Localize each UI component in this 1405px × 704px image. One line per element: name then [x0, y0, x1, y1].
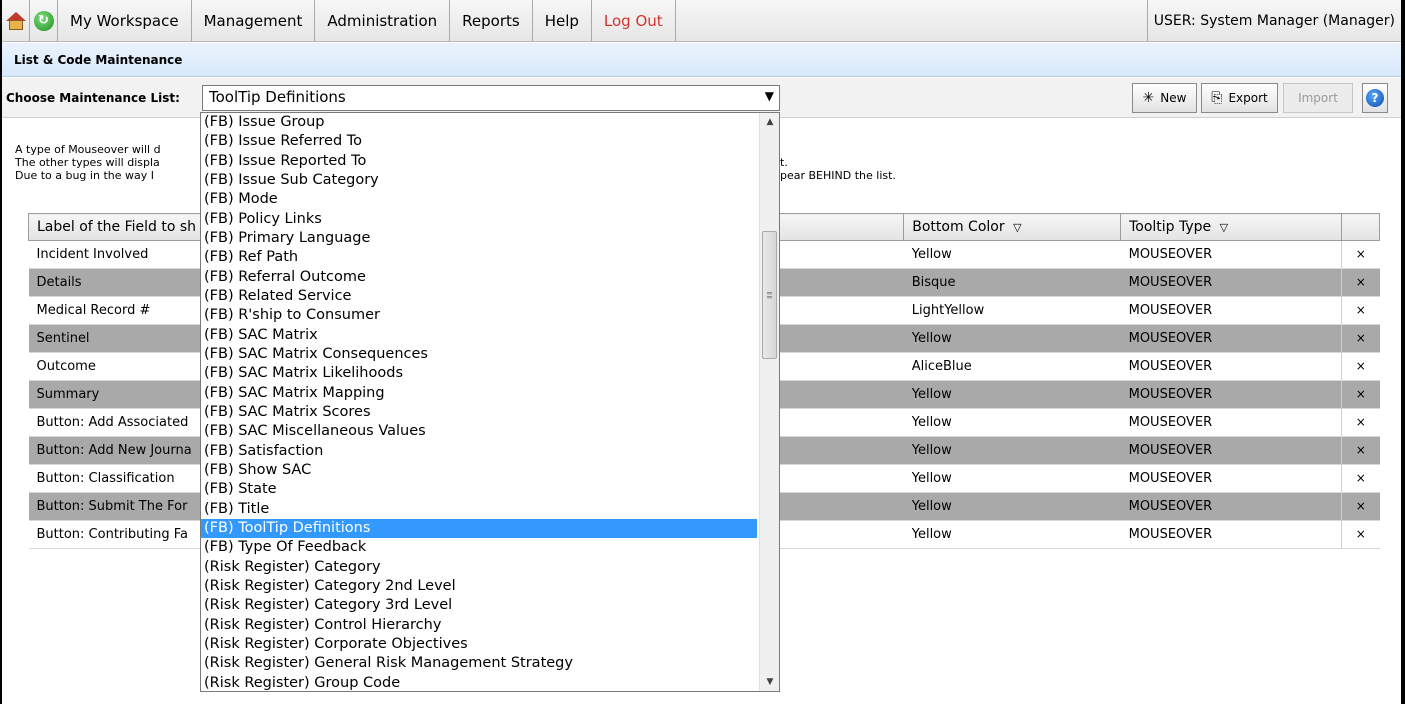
asterisk-icon: ✳	[1142, 90, 1155, 106]
home-icon	[5, 11, 26, 30]
dropdown-option-selected[interactable]: (FB) ToolTip Definitions	[201, 518, 757, 539]
dropdown-option[interactable]: (FB) SAC Matrix Scores	[201, 403, 757, 422]
info-line-3-end: pear BEHIND the list.	[780, 169, 896, 182]
paperclip-icon: ⎘	[1211, 90, 1223, 106]
delete-icon[interactable]: ×	[1356, 527, 1366, 541]
chevron-down-icon: ▼	[764, 89, 774, 103]
delete-icon[interactable]: ×	[1356, 443, 1366, 457]
info-text: A type of Mouseover will d The other typ…	[15, 143, 896, 182]
scroll-up-arrow-icon[interactable]: ▲	[760, 113, 779, 131]
choose-list-label: Choose Maintenance List:	[6, 91, 180, 105]
delete-icon[interactable]: ×	[1356, 275, 1366, 289]
menu-help[interactable]: Help	[533, 0, 592, 42]
dropdown-option[interactable]: (FB) Issue Referred To	[201, 132, 757, 151]
dropdown-option[interactable]: (FB) R'ship to Consumer	[201, 306, 757, 325]
dropdown-option[interactable]: (FB) SAC Matrix Likelihoods	[201, 364, 757, 383]
delete-icon[interactable]: ×	[1356, 471, 1366, 485]
scrollbar-thumb[interactable]: ═ ═	[762, 231, 777, 359]
help-button[interactable]: ?	[1362, 83, 1388, 113]
dropdown-option[interactable]: (FB) Primary Language	[201, 229, 757, 248]
dropdown-items: (FB) Issue Group (FB) Issue Referred To …	[201, 113, 779, 691]
dropdown-option[interactable]: (Risk Register) Corporate Objectives	[201, 635, 757, 654]
dropdown-option[interactable]: (Risk Register) Group Code	[201, 674, 757, 691]
dropdown-option[interactable]: (FB) State	[201, 480, 757, 499]
new-button-label: New	[1160, 91, 1187, 105]
info-line-1: A type of Mouseover will d	[15, 143, 161, 156]
info-line-3: Due to a bug in the way I	[15, 169, 154, 182]
import-button-label: Import	[1298, 91, 1338, 105]
import-button[interactable]: Import	[1283, 83, 1353, 113]
dropdown-option[interactable]: (FB) Satisfaction	[201, 442, 757, 461]
delete-icon[interactable]: ×	[1356, 415, 1366, 429]
home-button[interactable]	[2, 0, 30, 42]
delete-icon[interactable]: ×	[1356, 247, 1366, 261]
dropdown-option[interactable]: (Risk Register) Category 2nd Level	[201, 577, 757, 596]
dropdown-option[interactable]: (FB) Issue Reported To	[201, 152, 757, 171]
dropdown-option[interactable]: (Risk Register) General Risk Management …	[201, 654, 757, 673]
dropdown-option[interactable]: (FB) Type Of Feedback	[201, 538, 757, 557]
delete-icon[interactable]: ×	[1356, 303, 1366, 317]
new-button[interactable]: ✳ New	[1132, 83, 1197, 113]
menu-administration[interactable]: Administration	[315, 0, 451, 42]
scroll-down-arrow-icon[interactable]: ▼	[760, 673, 779, 691]
dropdown-option[interactable]: (FB) Issue Sub Category	[201, 171, 757, 190]
selected-list-value: ToolTip Definitions	[209, 88, 346, 106]
export-button-label: Export	[1228, 91, 1268, 105]
dropdown-scrollbar[interactable]: ▲ ═ ═ ▼	[759, 113, 779, 691]
export-button[interactable]: ⎘ Export	[1201, 83, 1278, 113]
dropdown-option[interactable]: (FB) Referral Outcome	[201, 268, 757, 287]
dropdown-option[interactable]: (FB) Show SAC	[201, 461, 757, 480]
maintenance-list-dropdown[interactable]: (FB) Issue Group (FB) Issue Referred To …	[200, 112, 780, 692]
user-label: USER: System Manager (Manager)	[1146, 0, 1401, 42]
menu-reports[interactable]: Reports	[450, 0, 533, 42]
dropdown-option[interactable]: (FB) Title	[201, 500, 757, 519]
dropdown-option[interactable]: (FB) Policy Links	[201, 210, 757, 229]
help-icon: ?	[1366, 89, 1384, 107]
menu-my-workspace[interactable]: My Workspace	[58, 0, 192, 42]
dropdown-option[interactable]: (FB) SAC Matrix	[201, 326, 757, 345]
menu-log-out[interactable]: Log Out	[592, 0, 676, 42]
info-line-2: The other types will displa	[15, 156, 160, 169]
delete-icon[interactable]: ×	[1356, 387, 1366, 401]
header-delete	[1340, 213, 1381, 241]
dropdown-option[interactable]: (FB) Related Service	[201, 287, 757, 306]
top-menu-bar: ↻ My Workspace Management Administration…	[2, 0, 1401, 42]
dropdown-option[interactable]: (FB) Issue Group	[201, 113, 757, 132]
dropdown-option[interactable]: (FB) Mode	[201, 190, 757, 209]
header-bottom-color[interactable]: Bottom Color ▽	[903, 213, 1122, 241]
dropdown-option[interactable]: (FB) SAC Matrix Mapping	[201, 384, 757, 403]
filter-icon[interactable]: ▽	[1013, 221, 1021, 234]
refresh-icon: ↻	[33, 10, 54, 31]
delete-icon[interactable]: ×	[1356, 331, 1366, 345]
page-title: List & Code Maintenance	[2, 43, 1401, 77]
menu-management[interactable]: Management	[192, 0, 316, 42]
delete-icon[interactable]: ×	[1356, 359, 1366, 373]
dropdown-option[interactable]: (FB) Ref Path	[201, 248, 757, 267]
dropdown-option[interactable]: (Risk Register) Category	[201, 558, 757, 577]
filter-icon[interactable]: ▽	[1220, 221, 1228, 234]
header-tooltip-type[interactable]: Tooltip Type ▽	[1120, 213, 1342, 241]
dropdown-option[interactable]: (FB) SAC Miscellaneous Values	[201, 422, 757, 441]
dropdown-option[interactable]: (Risk Register) Control Hierarchy	[201, 616, 757, 635]
delete-icon[interactable]: ×	[1356, 499, 1366, 513]
refresh-button[interactable]: ↻	[30, 0, 58, 42]
grip-icon: ═ ═	[767, 289, 772, 302]
info-line-2-end: t.	[780, 156, 788, 169]
dropdown-option[interactable]: (FB) SAC Matrix Consequences	[201, 345, 757, 364]
maintenance-list-select[interactable]: ToolTip Definitions ▼	[202, 85, 780, 111]
dropdown-option[interactable]: (Risk Register) Category 3rd Level	[201, 596, 757, 615]
